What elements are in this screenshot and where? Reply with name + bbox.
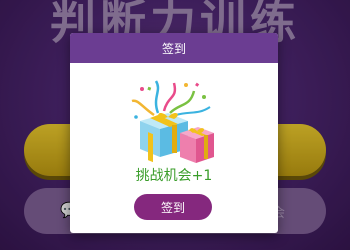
signin-button[interactable]: 签到	[134, 194, 212, 220]
reward-text: 挑战机会+1	[135, 168, 213, 184]
gift-boxes-icon	[131, 80, 214, 163]
dialog-title: 签到	[161, 41, 186, 56]
signin-dialog: 签到 挑战机会+1 签到	[70, 33, 278, 233]
dialog-header: 签到	[70, 33, 278, 63]
